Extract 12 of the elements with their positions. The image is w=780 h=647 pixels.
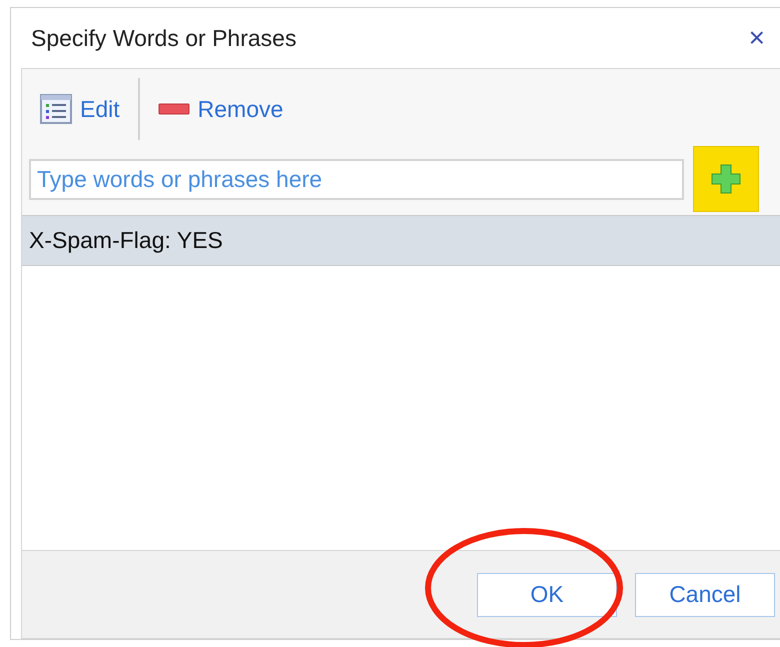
list-item[interactable]: X-Spam-Flag: YES (22, 215, 780, 266)
dialog-title: Specify Words or Phrases (31, 24, 296, 53)
close-button[interactable]: × (748, 24, 765, 52)
ok-button[interactable]: OK (477, 572, 617, 616)
minus-icon (158, 103, 190, 115)
remove-button[interactable]: Remove (158, 92, 284, 126)
edit-button[interactable]: Edit (40, 92, 120, 126)
list-icon (40, 94, 72, 124)
cancel-button[interactable]: Cancel (635, 572, 775, 616)
input-field[interactable]: Type words or phrases here (29, 158, 684, 200)
add-button[interactable] (693, 146, 759, 212)
plus-icon (710, 163, 742, 195)
